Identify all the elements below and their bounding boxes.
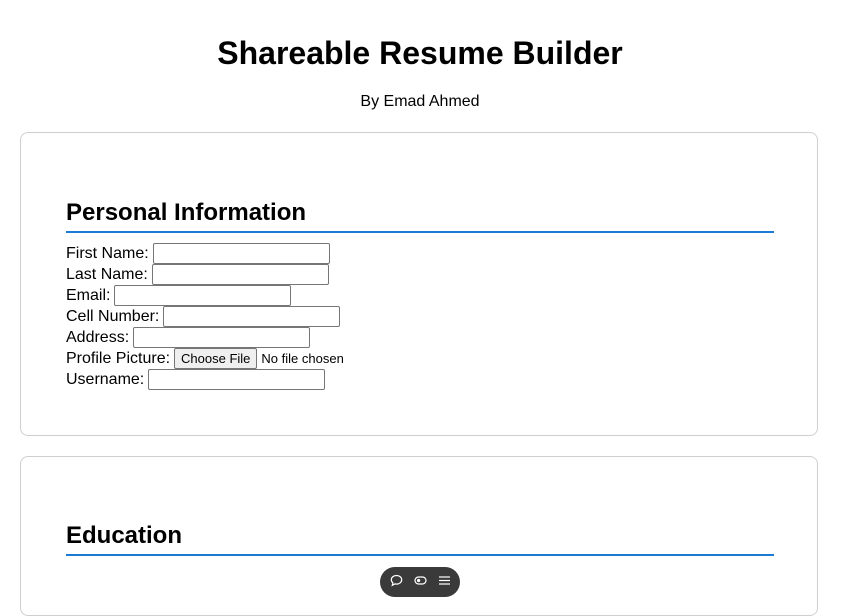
last-name-input[interactable] — [151, 264, 329, 285]
education-heading: Education — [66, 522, 774, 556]
username-input[interactable] — [148, 369, 326, 390]
cell-number-input[interactable] — [163, 306, 341, 327]
toggle-icon[interactable] — [413, 573, 427, 587]
file-status-text: No file chosen — [261, 351, 344, 366]
personal-information-heading: Personal Information — [66, 199, 774, 233]
first-name-label: First Name: — [66, 244, 149, 262]
email-row: Email: — [66, 285, 344, 306]
last-name-row: Last Name: — [66, 264, 344, 285]
choose-file-button[interactable]: Choose File — [174, 348, 258, 369]
page-title: Shareable Resume Builder — [217, 35, 623, 71]
last-name-label: Last Name: — [66, 265, 148, 283]
cell-number-label: Cell Number: — [66, 307, 160, 325]
cell-number-row: Cell Number: — [66, 306, 344, 327]
address-input[interactable] — [133, 327, 311, 348]
personal-information-card: Personal Information First Name: Last Na… — [20, 132, 818, 436]
email-input[interactable] — [114, 285, 292, 306]
first-name-input[interactable] — [152, 243, 330, 264]
comment-icon[interactable] — [389, 573, 403, 587]
email-label: Email: — [66, 286, 111, 304]
address-row: Address: — [66, 327, 344, 348]
menu-icon[interactable] — [437, 573, 451, 587]
author-byline: By Emad Ahmed — [360, 93, 480, 110]
profile-picture-label: Profile Picture: — [66, 349, 171, 367]
username-row: Username: — [66, 369, 344, 390]
personal-information-form: First Name: Last Name: Email: Cell Numbe… — [66, 243, 344, 390]
address-label: Address: — [66, 328, 130, 346]
profile-picture-row: Profile Picture: Choose File No file cho… — [66, 348, 344, 369]
first-name-row: First Name: — [66, 243, 344, 264]
floating-toolbar — [380, 567, 460, 597]
username-label: Username: — [66, 370, 145, 388]
